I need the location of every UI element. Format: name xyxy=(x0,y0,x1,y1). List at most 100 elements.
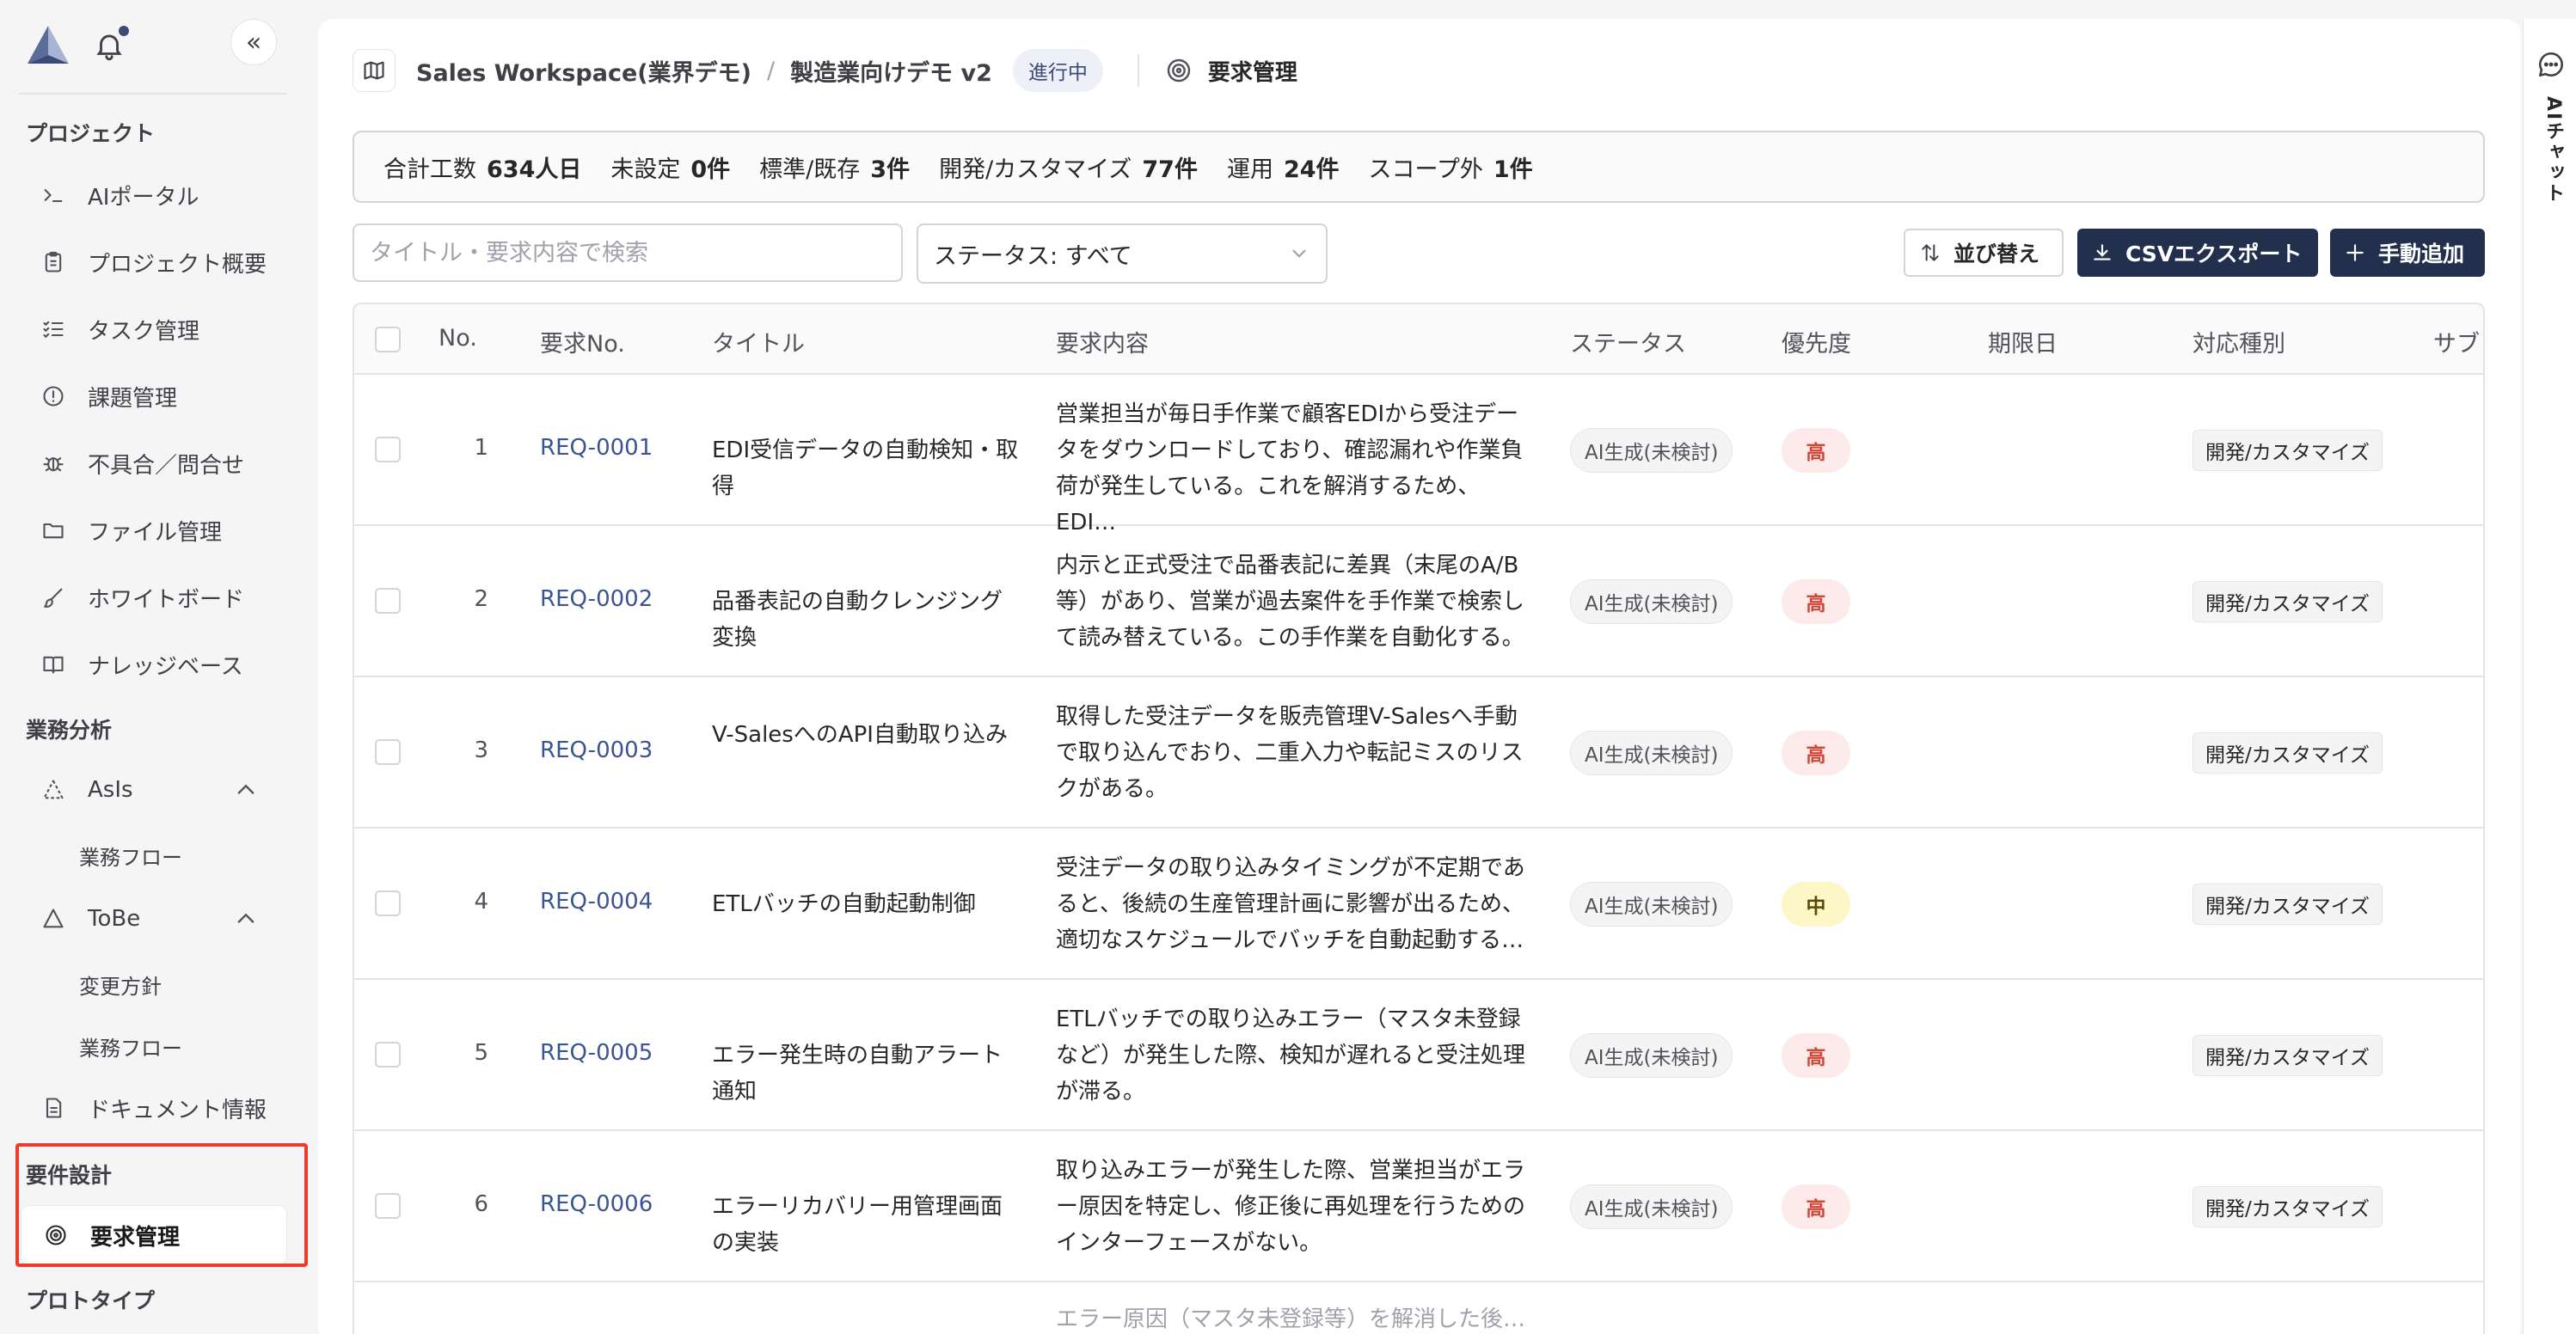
table-row[interactable]: エラー原因（マスタ未登録等）を解消した後… xyxy=(354,1282,2483,1334)
row-req-no-link[interactable]: REQ-0001 xyxy=(540,435,653,461)
summary-standard-label: 標準/既存 xyxy=(759,156,861,183)
breadcrumb-workspace[interactable]: Sales Workspace(業界デモ) xyxy=(416,54,751,88)
sidebar-item-asis[interactable]: AsIs xyxy=(19,762,287,818)
row-title: V-SalesへのAPI自動取り込み xyxy=(712,722,1008,748)
row-content: 取り込みエラーが発生した際、営業担当がエラー原因を特定し、修正後に再処理を行うた… xyxy=(1056,1158,1526,1256)
sidebar-item-issue-management[interactable]: 課題管理 xyxy=(19,368,287,425)
add-manual-button[interactable]: 手動追加 xyxy=(2330,229,2485,277)
row-checkbox[interactable] xyxy=(375,739,401,765)
sidebar: « プロジェクト AIポータル プロジェクト概要 タスク管理 課題管理 不具合／… xyxy=(0,0,316,1334)
sort-button[interactable]: 並び替え xyxy=(1904,229,2064,277)
type-badge[interactable]: 開発/カスタマイズ xyxy=(2193,1186,2383,1227)
row-checkbox[interactable] xyxy=(375,1042,401,1068)
row-checkbox[interactable] xyxy=(375,437,401,462)
status-filter-value: ステータス: すべて xyxy=(934,242,1132,270)
status-badge[interactable]: AI生成(未検討) xyxy=(1570,731,1733,775)
type-badge[interactable]: 開発/カスタマイズ xyxy=(2193,1035,2383,1076)
sidebar-item-knowledge-base[interactable]: ナレッジベース xyxy=(19,636,287,693)
sidebar-subitem-tobe-flow[interactable]: 業務フロー xyxy=(79,1031,182,1062)
sidebar-divider xyxy=(19,93,287,95)
priority-badge[interactable]: 高 xyxy=(1782,731,1850,775)
chevron-down-icon xyxy=(1292,249,1306,258)
summary-out-value: 1件 xyxy=(1493,156,1533,183)
row-title: 品番表記の自動クレンジング変換 xyxy=(712,589,1003,651)
row-checkbox[interactable] xyxy=(375,588,401,614)
alert-circle-icon xyxy=(38,381,69,412)
table-row[interactable]: 3 REQ-0003 V-SalesへのAPI自動取り込み 取得した受注データを… xyxy=(354,677,2483,829)
row-checkbox[interactable] xyxy=(375,890,401,916)
table-row[interactable]: 5 REQ-0005 エラー発生時の自動アラート通知 ETLバッチでの取り込みエ… xyxy=(354,980,2483,1131)
status-badge[interactable]: AI生成(未検討) xyxy=(1570,882,1733,927)
column-header-content[interactable]: 要求内容 xyxy=(1056,325,1149,358)
table-row[interactable]: 2 REQ-0002 品番表記の自動クレンジング変換 内示と正式受注で品番表記に… xyxy=(354,526,2483,677)
priority-badge[interactable]: 高 xyxy=(1782,428,1850,473)
collapse-sidebar-button[interactable]: « xyxy=(230,19,277,65)
sidebar-item-defects[interactable]: 不具合／問合せ xyxy=(19,435,287,492)
sidebar-item-project-overview[interactable]: プロジェクト概要 xyxy=(19,234,287,291)
summary-ops-label: 運用 xyxy=(1226,156,1273,183)
type-badge[interactable]: 開発/カスタマイズ xyxy=(2193,581,2383,622)
column-header-sub[interactable]: サブ xyxy=(2433,325,2480,358)
status-badge[interactable]: AI生成(未検討) xyxy=(1570,1184,1733,1229)
table-row[interactable]: 4 REQ-0004 ETLバッチの自動起動制御 受注データの取り込みタイミング… xyxy=(354,829,2483,980)
row-req-no-link[interactable]: REQ-0005 xyxy=(540,1040,653,1066)
sidebar-subitem-asis-flow[interactable]: 業務フロー xyxy=(79,841,182,871)
chevron-up-icon[interactable] xyxy=(234,778,258,802)
row-req-no-link[interactable]: REQ-0003 xyxy=(540,737,653,763)
select-all-checkbox[interactable] xyxy=(375,327,401,352)
sidebar-item-label: ToBe xyxy=(88,906,141,932)
sidebar-item-tobe[interactable]: ToBe xyxy=(19,890,287,947)
priority-badge[interactable]: 高 xyxy=(1782,579,1850,624)
sidebar-subitem-tobe-policy[interactable]: 変更方針 xyxy=(79,970,162,1000)
sidebar-item-documents[interactable]: ドキュメント情報 xyxy=(19,1080,287,1136)
chevron-up-icon[interactable] xyxy=(234,907,258,931)
sidebar-item-label: プロジェクト概要 xyxy=(88,251,267,278)
row-title: ETLバッチの自動起動制御 xyxy=(712,891,976,917)
terminal-icon xyxy=(38,180,69,211)
row-req-no-link[interactable]: REQ-0004 xyxy=(540,889,653,915)
sort-button-label: 並び替え xyxy=(1953,242,2040,266)
sidebar-item-files[interactable]: ファイル管理 xyxy=(19,502,287,559)
column-header-due[interactable]: 期限日 xyxy=(1988,325,2058,358)
breadcrumb-project[interactable]: 製造業向けデモ v2 xyxy=(790,54,992,88)
row-number: 1 xyxy=(474,435,488,461)
row-req-no-link[interactable]: REQ-0002 xyxy=(540,586,653,612)
column-header-no[interactable]: No. xyxy=(439,325,477,352)
sidebar-item-label: ファイル管理 xyxy=(88,519,223,546)
sidebar-item-ai-portal[interactable]: AIポータル xyxy=(19,167,287,223)
column-header-type[interactable]: 対応種別 xyxy=(2193,325,2285,358)
breadcrumb-separator: / xyxy=(766,57,776,84)
status-badge[interactable]: AI生成(未検討) xyxy=(1570,579,1733,624)
sort-icon xyxy=(1922,243,1939,262)
column-header-priority[interactable]: 優先度 xyxy=(1782,325,1851,358)
notification-dot xyxy=(119,26,129,36)
row-checkbox[interactable] xyxy=(375,1193,401,1219)
app-logo-icon[interactable] xyxy=(26,24,71,67)
priority-badge[interactable]: 中 xyxy=(1782,882,1850,927)
column-header-status[interactable]: ステータス xyxy=(1570,325,1686,358)
sidebar-item-task-management[interactable]: タスク管理 xyxy=(19,301,287,358)
table-row[interactable]: 6 REQ-0006 エラーリカバリー用管理画面の実装 取り込みエラーが発生した… xyxy=(354,1131,2483,1282)
status-filter-select[interactable]: ステータス: すべて xyxy=(917,223,1328,284)
row-req-no-link[interactable]: REQ-0006 xyxy=(540,1191,653,1217)
section-label-prototype: プロトタイプ xyxy=(26,1288,156,1313)
type-badge[interactable]: 開発/カスタマイズ xyxy=(2193,430,2383,471)
type-badge[interactable]: 開発/カスタマイズ xyxy=(2193,732,2383,774)
priority-badge[interactable]: 高 xyxy=(1782,1184,1850,1229)
row-number: 2 xyxy=(474,586,488,612)
priority-badge[interactable]: 高 xyxy=(1782,1033,1850,1078)
table-row[interactable]: 1 REQ-0001 EDI受信データの自動検知・取得 営業担当が毎日手作業で顧… xyxy=(354,375,2483,535)
summary-ops-value: 24件 xyxy=(1283,156,1340,183)
type-badge[interactable]: 開発/カスタマイズ xyxy=(2193,884,2383,925)
column-header-title[interactable]: タイトル xyxy=(712,325,805,358)
search-input[interactable] xyxy=(353,223,903,282)
sidebar-item-label: タスク管理 xyxy=(88,318,200,345)
status-badge[interactable]: AI生成(未検討) xyxy=(1570,1033,1733,1078)
ai-chat-tab[interactable]: AIチャット xyxy=(2523,19,2576,1334)
map-icon[interactable] xyxy=(353,49,396,92)
column-header-req-no[interactable]: 要求No. xyxy=(540,325,625,358)
status-badge[interactable]: AI生成(未検討) xyxy=(1570,428,1733,473)
row-content: 取得した受注データを販売管理V-Salesへ手動で取り込んでおり、二重入力や転記… xyxy=(1056,704,1524,802)
sidebar-item-whiteboard[interactable]: ホワイトボード xyxy=(19,569,287,626)
csv-export-button[interactable]: CSVエクスポート xyxy=(2077,229,2318,277)
